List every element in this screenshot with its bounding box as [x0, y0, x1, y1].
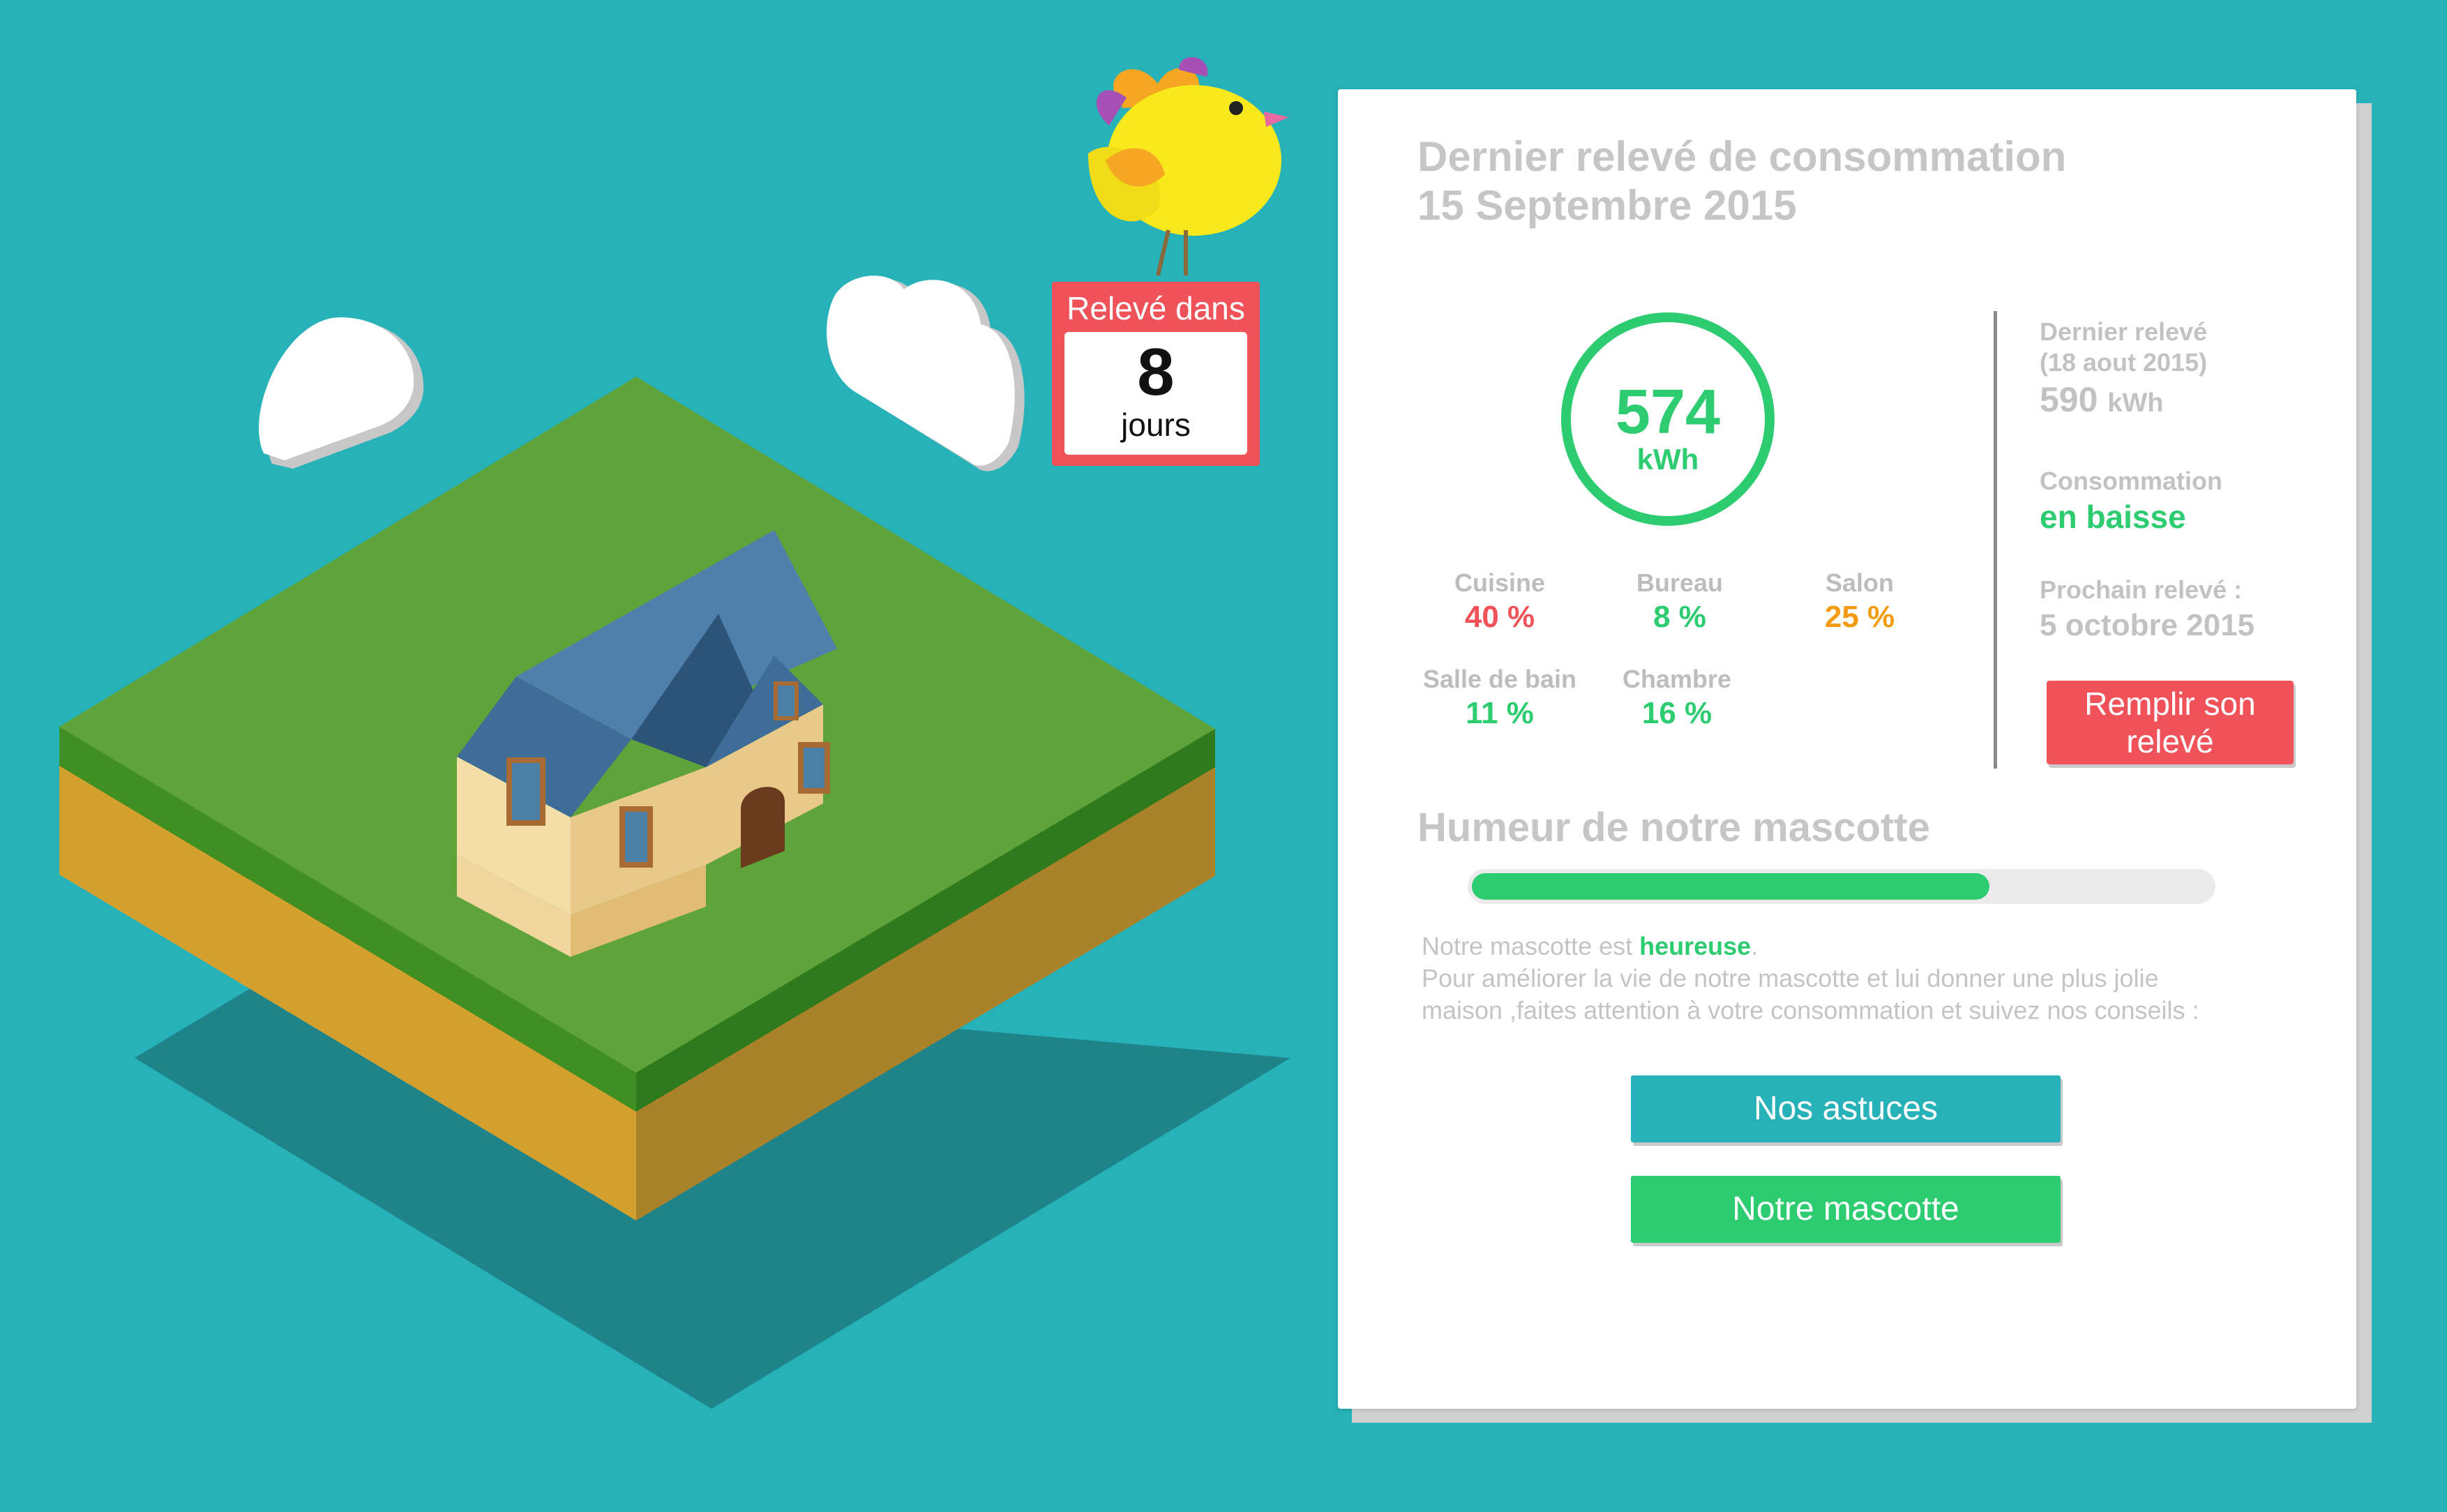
room-name: Salon [1825, 568, 1894, 597]
mood-sentence: Notre mascotte est heureuse. [1422, 930, 2314, 962]
fill-button-line-1: Remplir son [2084, 686, 2256, 722]
room-bathroom: Salle de bain 11 % [1416, 664, 1583, 732]
countdown-number: 8 [1137, 335, 1175, 409]
consumption-value: 574 [1615, 377, 1721, 447]
advice-line-1: Pour améliorer la vie de notre mascotte … [1422, 964, 2159, 992]
isometric-island [59, 56, 1290, 1409]
illustration: Relevé dans 8 jours [0, 0, 1325, 1512]
mood-state: heureuse [1639, 932, 1752, 960]
mood-suffix: . [1751, 932, 1759, 960]
trend-value: en baisse [2040, 499, 2186, 535]
fill-button-line-2: relevé [2126, 723, 2214, 759]
mood-progress-fill [1472, 873, 1989, 900]
room-name: Bureau [1636, 568, 1724, 597]
room-office: Bureau 8 % [1596, 568, 1763, 636]
tips-button[interactable]: Nos astuces [1631, 1075, 2061, 1142]
title-date: 15 Septembre 2015 [1417, 182, 1797, 229]
previous-date: (18 aout 2015) [2040, 348, 2208, 377]
advice-line-2: maison ,faites attention à votre consomm… [1422, 996, 2199, 1025]
mood-title: Humeur de notre mascotte [1417, 805, 1930, 850]
previous-reading: Dernier relevé (18 aout 2015) 590 kWh [2040, 317, 2319, 425]
bird-mascot-icon [1088, 56, 1289, 276]
consumption-unit: kWh [1636, 443, 1699, 476]
reading-countdown-card: Relevé dans 8 jours [1052, 282, 1260, 466]
room-percent: 16 % [1641, 696, 1712, 730]
room-percent: 25 % [1824, 600, 1895, 634]
mood-description: Notre mascotte est heureuse. Pour amélio… [1422, 930, 2314, 1027]
previous-unit: kWh [2107, 388, 2164, 418]
previous-label: Dernier relevé [2040, 317, 2208, 346]
page-title: Dernier relevé de consommation 15 Septem… [1417, 133, 2066, 230]
next-label: Prochain relevé : [2040, 575, 2243, 604]
divider [1994, 311, 1997, 769]
next-date: 5 octobre 2015 [2040, 608, 2255, 642]
previous-value-row: 590 kWh [2040, 378, 2319, 425]
mood-prefix: Notre mascotte est [1422, 932, 1640, 960]
consumption-trend: Consommation en baisse [2040, 466, 2319, 537]
room-bedroom: Chambre 16 % [1593, 664, 1761, 732]
next-reading: Prochain relevé : 5 octobre 2015 [2040, 575, 2319, 646]
mood-progress-bar [1468, 869, 2215, 904]
fill-reading-button[interactable]: Remplir son relevé [2047, 681, 2294, 764]
countdown-unit: jours [1121, 407, 1191, 443]
consumption-gauge: 574 kWh [1561, 312, 1775, 526]
cloud-left [259, 317, 424, 469]
consumption-panel: Dernier relevé de consommation 15 Septem… [1338, 89, 2356, 1409]
mascot-button[interactable]: Notre mascotte [1631, 1176, 2061, 1243]
room-name: Chambre [1622, 665, 1732, 693]
room-name: Cuisine [1454, 568, 1546, 597]
room-living: Salon 25 % [1776, 568, 1943, 636]
title-line-1: Dernier relevé de consommation [1417, 133, 2067, 180]
room-percent: 11 % [1466, 696, 1534, 730]
room-percent: 8 % [1653, 600, 1706, 634]
room-name: Salle de bain [1422, 665, 1577, 693]
room-kitchen: Cuisine 40 % [1416, 568, 1583, 636]
trend-label: Consommation [2040, 467, 2223, 495]
cloud-right [827, 275, 1025, 471]
room-percent: 40 % [1464, 600, 1535, 634]
countdown-title: Relevé dans [1067, 290, 1245, 326]
previous-value: 590 [2040, 380, 2098, 419]
countdown-box: 8 jours [1064, 332, 1247, 455]
